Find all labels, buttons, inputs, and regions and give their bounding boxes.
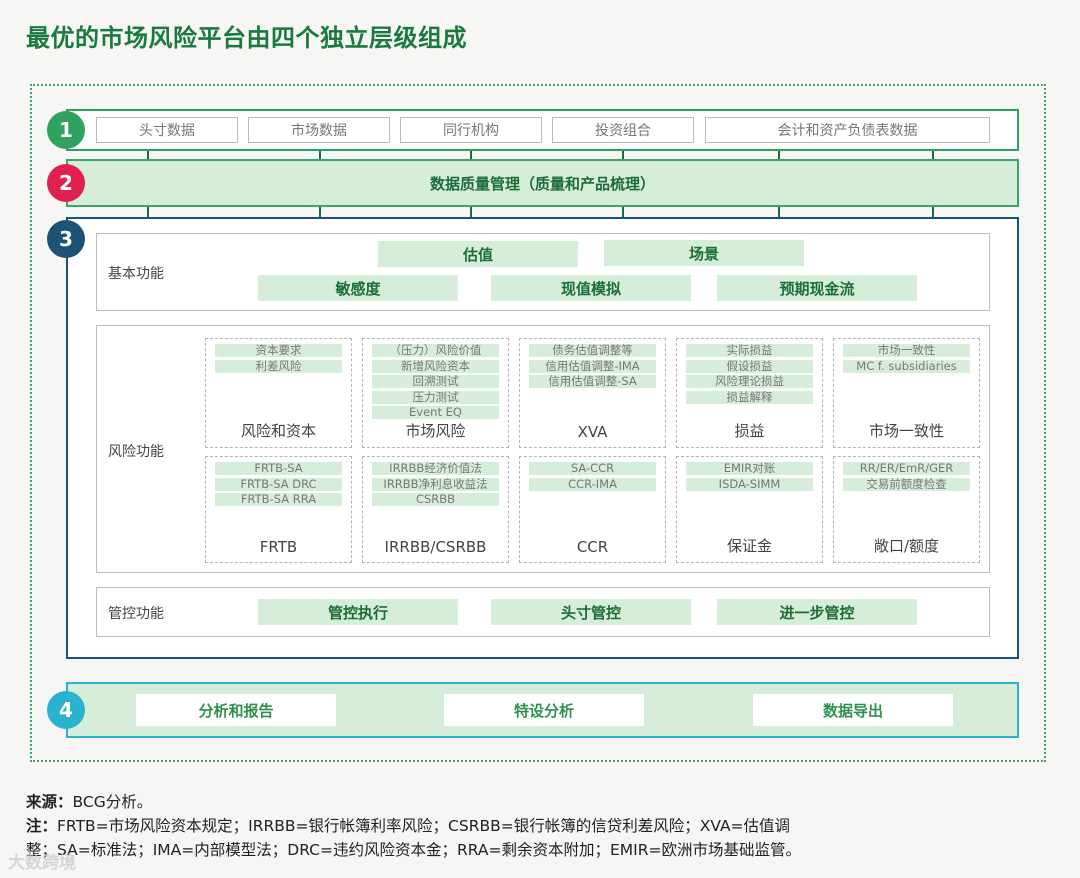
risk-item: MC f. subsidiaries: [843, 359, 970, 373]
risk-item: 信用估值调整-SA: [529, 375, 656, 388]
connector: [147, 207, 149, 217]
risk-cell-title: XVA: [577, 423, 608, 441]
connector: [622, 151, 624, 159]
risk-item: CSRBB: [372, 493, 499, 506]
connector: [622, 207, 624, 217]
risk-item: SA-CCR: [529, 462, 656, 475]
layer1-item: 投资组合: [552, 117, 694, 143]
source-note: 来源：BCG分析。: [26, 790, 152, 812]
risk-item: EMIR对账: [686, 462, 813, 475]
connector: [319, 207, 321, 217]
risk-item: RR/ER/EmR/GER: [843, 462, 970, 475]
risk-cell: FRTB-SA FRTB-SA DRC FRTB-SA RRA FRTB: [205, 456, 352, 563]
risk-item: 压力测试: [372, 390, 499, 404]
risk-cell: SA-CCR CCR-IMA CCR: [519, 456, 666, 563]
risk-item: ISDA-SIMM: [686, 477, 813, 491]
layer4-adhoc-analysis: 特设分析: [444, 694, 644, 726]
risk-cell-title: 风险和资本: [240, 422, 316, 440]
note-label: 注：: [26, 817, 58, 835]
function-pv-simulation: 现值模拟: [491, 275, 691, 301]
risk-cell: 债务估值调整等 信用估值调整-IMA 信用估值调整-SA XVA: [519, 338, 666, 448]
risk-item: 新增风险资本: [372, 359, 499, 373]
risk-item: 交易前额度检查: [843, 477, 970, 491]
risk-cell-title: 市场风险: [405, 422, 466, 440]
basic-functions-label: 基本功能: [108, 266, 164, 282]
risk-functions-label: 风险功能: [108, 444, 164, 460]
risk-item: 实际损益: [686, 344, 813, 357]
risk-cell: EMIR对账 ISDA-SIMM 保证金: [676, 456, 823, 563]
connector: [932, 207, 934, 217]
function-expected-cashflow: 预期现金流: [717, 275, 917, 301]
risk-item: （压力）风险价值: [372, 344, 499, 357]
control-functions-label: 管控功能: [108, 606, 164, 622]
layer2-bar: 数据质量管理（质量和产品梳理）: [66, 159, 1019, 207]
risk-item: 债务估值调整等: [529, 344, 656, 357]
layer1-item: 头寸数据: [96, 117, 238, 143]
layer4-data-export: 数据导出: [753, 694, 953, 726]
risk-item: 回溯测试: [372, 375, 499, 388]
layer3-badge: 3: [47, 220, 85, 258]
connector: [470, 151, 472, 159]
risk-item: Event EQ: [372, 406, 499, 419]
function-sensitivity: 敏感度: [258, 275, 458, 301]
connector: [147, 151, 149, 159]
risk-item: 风险理论损益: [686, 375, 813, 388]
layer1-item: 市场数据: [248, 117, 390, 143]
abbrev-note-1: 注：FRTB=市场风险资本规定；IRRBB=银行帐簿利率风险；CSRBB=银行帐…: [26, 814, 790, 836]
connector: [319, 151, 321, 159]
control-execution: 管控执行: [258, 599, 458, 625]
connector: [470, 207, 472, 217]
risk-item: 损益解释: [686, 390, 813, 404]
risk-cell-title: 敞口/额度: [873, 537, 940, 555]
risk-cell: （压力）风险价值 新增风险资本 回溯测试压力测试 Event EQ 市场风险: [362, 338, 509, 448]
risk-cell-title: 保证金: [726, 537, 772, 555]
connector: [778, 151, 780, 159]
layer4-analysis-reporting: 分析和报告: [136, 694, 336, 726]
risk-cell-title: CCR: [576, 538, 609, 556]
layer2-label: 数据质量管理（质量和产品梳理）: [429, 174, 655, 193]
layer1-badge: 1: [47, 111, 85, 149]
layer1-item: 同行机构: [400, 117, 542, 143]
risk-cell-title: 损益: [734, 422, 765, 440]
risk-item: 假设损益: [686, 359, 813, 373]
layer4-badge: 4: [47, 691, 85, 729]
watermark: 大数跨境: [8, 853, 76, 873]
risk-item: 利差风险: [215, 359, 342, 373]
layer2-badge: 2: [47, 164, 85, 202]
source-label: 来源：: [26, 793, 73, 811]
connector: [778, 207, 780, 217]
risk-item: 信用估值调整-IMA: [529, 359, 656, 373]
risk-cell-title: 市场一致性: [868, 422, 944, 440]
function-scenario: 场景: [604, 240, 804, 266]
risk-item: IRRBB经济价值法: [372, 462, 499, 475]
control-position: 头寸管控: [491, 599, 691, 625]
risk-cell: 实际损益假设损益风险理论损益 损益解释损益: [676, 338, 823, 448]
connector: [932, 151, 934, 159]
risk-item: IRRBB净利息收益法: [372, 477, 499, 491]
abbrev-note-2: 整；SA=标准法；IMA=内部模型法；DRC=违约风险资本金；RRA=剩余资本附…: [26, 841, 801, 859]
risk-cell-title: IRRBB/CSRBB: [384, 538, 487, 556]
risk-item: FRTB-SA DRC: [215, 477, 342, 491]
layer1-item: 会计和资产负债表数据: [705, 117, 990, 143]
risk-cell: 资本要求利差风险风险和资本: [205, 338, 352, 448]
source-text: BCG分析。: [72, 793, 153, 811]
control-further: 进一步管控: [717, 599, 917, 625]
risk-cell: 市场一致性 MC f. subsidiaries 市场一致性: [833, 338, 980, 448]
risk-item: 市场一致性: [843, 344, 970, 357]
function-valuation: 估值: [378, 241, 578, 267]
risk-cell-title: FRTB: [259, 538, 298, 556]
page-title: 最优的市场风险平台由四个独立层级组成: [26, 24, 467, 52]
risk-item: CCR-IMA: [529, 477, 656, 491]
risk-item: 资本要求: [215, 344, 342, 357]
risk-cell: RR/ER/EmR/GER 交易前额度检查敞口/额度: [833, 456, 980, 563]
note-line-1: FRTB=市场风险资本规定；IRRBB=银行帐簿利率风险；CSRBB=银行帐簿的…: [57, 817, 791, 835]
risk-item: FRTB-SA RRA: [215, 493, 342, 506]
risk-item: FRTB-SA: [215, 462, 342, 475]
risk-cell: IRRBB经济价值法 IRRBB净利息收益法 CSRBB IRRBB/CSRBB: [362, 456, 509, 563]
